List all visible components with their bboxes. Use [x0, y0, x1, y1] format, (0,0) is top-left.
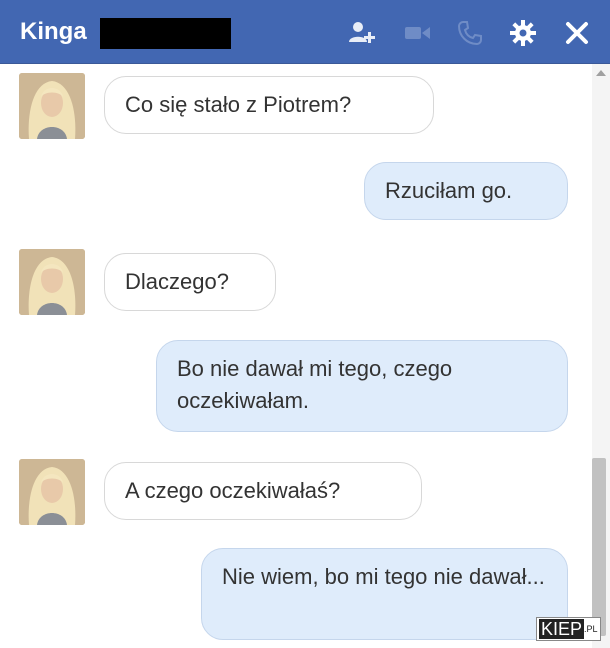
close-icon[interactable] [562, 18, 592, 48]
add-friend-icon[interactable] [347, 18, 377, 48]
outgoing-message: Rzuciłam go. [364, 162, 568, 220]
phone-icon[interactable] [455, 18, 485, 48]
outgoing-message: Bo nie dawał mi tego, czego oczekiwałam. [156, 340, 568, 432]
incoming-message: A czego oczekiwałaś? [104, 462, 422, 520]
watermark: KIEP .PL [536, 617, 601, 641]
contact-name[interactable]: Kinga [20, 17, 87, 47]
scrollbar-thumb[interactable] [592, 458, 606, 636]
chat-header: Kinga [0, 0, 610, 64]
incoming-message: Dlaczego? [104, 253, 276, 311]
scroll-up-arrow-icon[interactable] [596, 70, 606, 76]
redaction-bar [100, 18, 231, 49]
incoming-message: Co się stało z Piotrem? [104, 76, 434, 134]
outgoing-message: Nie wiem, bo mi tego nie dawał... [201, 548, 568, 640]
video-call-icon[interactable] [402, 18, 432, 48]
contact-avatar[interactable] [19, 249, 85, 315]
gear-icon[interactable] [508, 18, 538, 48]
watermark-brand: KIEP [539, 619, 585, 639]
contact-avatar[interactable] [19, 73, 85, 139]
contact-avatar[interactable] [19, 459, 85, 525]
watermark-suffix: .PL [584, 624, 598, 634]
